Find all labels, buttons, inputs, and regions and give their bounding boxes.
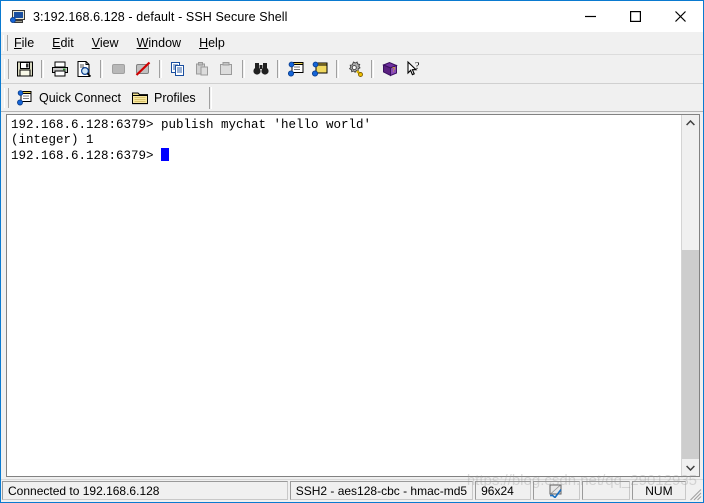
status-num-lock: NUM (631, 481, 687, 500)
context-help-icon[interactable]: ? (402, 57, 426, 81)
connection-toolbar-grip[interactable] (4, 87, 9, 108)
close-button[interactable] (658, 1, 703, 32)
terminal-prompt: 192.168.6.128:6379> (11, 149, 162, 163)
ssh-terminal-icon (10, 9, 26, 25)
print-icon[interactable] (48, 57, 72, 81)
window-controls (568, 1, 703, 32)
terminal-area: 192.168.6.128:6379> publish mychat 'hell… (1, 112, 703, 479)
connect-icon (107, 57, 131, 81)
toolbar-separator (159, 60, 162, 78)
settings-icon[interactable] (343, 57, 367, 81)
title-bar: 3:192.168.6.128 - default - SSH Secure S… (1, 1, 703, 32)
terminal-line: 192.168.6.128:6379> publish mychat 'hell… (11, 118, 372, 132)
toolbar-separator (371, 60, 374, 78)
find-icon[interactable] (249, 57, 273, 81)
status-blank-panel (582, 481, 630, 500)
paste-icon (214, 57, 238, 81)
menu-item-window[interactable]: Window (128, 34, 190, 52)
menu-item-view[interactable]: View (83, 34, 128, 52)
quick-connect-icon (17, 89, 32, 105)
new-terminal-window-icon[interactable] (284, 57, 308, 81)
scrollbar-track[interactable] (682, 132, 699, 459)
toolbar-separator (336, 60, 339, 78)
profiles-label: Profiles (153, 90, 196, 105)
scroll-down-button[interactable] (682, 459, 699, 476)
terminal-frame: 192.168.6.128:6379> publish mychat 'hell… (6, 114, 700, 477)
ssh-secure-shell-window: 3:192.168.6.128 - default - SSH Secure S… (0, 0, 704, 503)
connection-toolbar-separator (208, 86, 212, 109)
resize-grip[interactable] (687, 480, 703, 502)
terminal-scrollbar[interactable] (681, 115, 699, 476)
svg-text:?: ? (415, 61, 420, 72)
toolbar-separator (242, 60, 245, 78)
help-book-icon[interactable]: ? (378, 57, 402, 81)
toolbar-separator (41, 60, 44, 78)
status-bar: https://blog.csdn.net/qq_29012935 Connec… (1, 472, 703, 502)
cut-icon (190, 57, 214, 81)
terminal-prompt-line: 192.168.6.128:6379> (11, 148, 681, 164)
profiles-button[interactable]: Profiles (128, 87, 203, 109)
scrollbar-thumb[interactable] (682, 249, 699, 459)
toolbar-separator (277, 60, 280, 78)
status-cipher: SSH2 - aes128-cbc - hmac-md5 (289, 481, 474, 500)
encryption-icon (532, 481, 581, 500)
status-connection: Connected to 192.168.6.128 (2, 481, 288, 500)
maximize-button[interactable] (613, 1, 658, 32)
quick-connect-label: Quick Connect (39, 90, 121, 105)
toolbar-separator (100, 60, 103, 78)
save-icon[interactable] (13, 57, 37, 81)
menu-item-help[interactable]: Help (190, 34, 234, 52)
main-toolbar: ? ? (1, 55, 703, 84)
print-preview-icon[interactable] (72, 57, 96, 81)
terminal-output[interactable]: 192.168.6.128:6379> publish mychat 'hell… (7, 115, 681, 476)
copy-icon[interactable] (166, 57, 190, 81)
window-title: 3:192.168.6.128 - default - SSH Secure S… (33, 9, 288, 24)
menu-item-file[interactable]: File (5, 34, 43, 52)
menu-bar: File Edit View Window Help (1, 32, 703, 55)
folder-icon (131, 92, 148, 104)
connection-toolbar: Quick Connect Profiles (1, 84, 703, 112)
new-file-transfer-window-icon[interactable] (308, 57, 332, 81)
terminal-cursor (161, 148, 170, 161)
scroll-up-button[interactable] (682, 115, 699, 132)
quick-connect-button[interactable]: Quick Connect (13, 87, 128, 109)
menu-item-edit[interactable]: Edit (43, 34, 83, 52)
status-terminal-size: 96x24 (475, 481, 531, 500)
terminal-line: (integer) 1 (11, 133, 94, 147)
minimize-button[interactable] (568, 1, 613, 32)
toolbar-grip[interactable] (4, 59, 9, 79)
disconnect-icon[interactable] (131, 57, 155, 81)
